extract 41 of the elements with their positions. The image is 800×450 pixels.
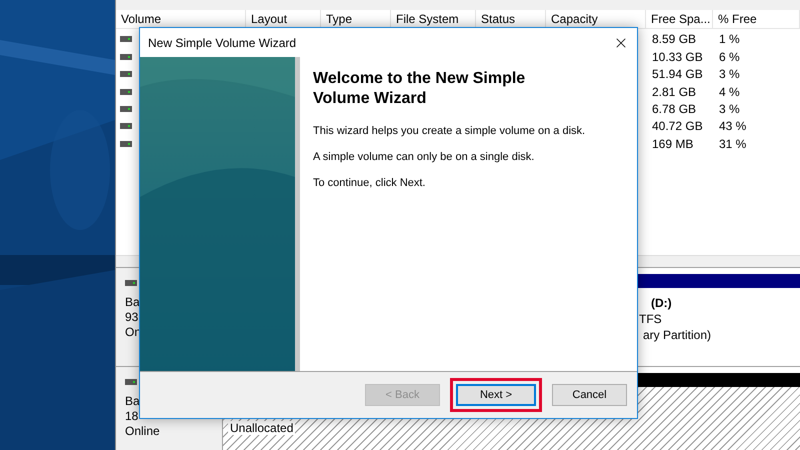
drive-icon — [120, 106, 132, 112]
table-cell-text: 169 MB — [651, 136, 694, 151]
table-cell-text: 1 % — [718, 32, 741, 46]
window-title: New Simple Volume Wizard — [148, 36, 296, 50]
drive-icon — [120, 140, 132, 147]
drive-icon — [125, 378, 137, 385]
table-cell-text: 4 % — [718, 84, 741, 99]
drive-icon — [120, 88, 132, 95]
wizard-text: A simple volume can only be on a single disk. — [313, 151, 536, 164]
partition-name: Unallocated — [228, 420, 296, 435]
wizard-text: This wizard helps you create a simple volume on a disk. — [313, 125, 586, 138]
wizard-heading: Welcome to the New Simple Volume Wizard — [313, 69, 526, 110]
partition-info: ary Partition) — [642, 328, 712, 342]
partition-name: (D:) — [650, 296, 673, 310]
table-cell-text: 51.94 GB — [651, 67, 704, 82]
disk-info: Online — [125, 424, 161, 438]
column-header[interactable]: Free Spa... — [646, 10, 713, 28]
table-cell-text: 8.59 GB — [651, 32, 698, 46]
table-cell-text: 10.33 GB — [651, 50, 704, 64]
table-cell-text: 31 % — [718, 136, 748, 151]
dialog-button[interactable]: Next > — [456, 384, 536, 406]
table-cell-text: 43 % — [718, 119, 748, 134]
partition-info: TFS — [638, 312, 663, 326]
disk-info: Ba — [125, 394, 141, 408]
table-cell-text: 3 % — [718, 67, 741, 82]
disk-info: 93 — [125, 310, 140, 324]
disk-info: Ba — [125, 295, 141, 310]
drive-icon — [120, 123, 132, 130]
column-header[interactable]: % Free — [713, 10, 800, 28]
disk-info: 18 — [125, 408, 140, 423]
table-cell-text: 6 % — [718, 50, 741, 64]
table-cell-text: 40.72 GB — [651, 119, 704, 134]
drive-icon — [120, 71, 132, 78]
drive-icon — [125, 280, 137, 286]
drive-icon — [120, 36, 132, 42]
table-cell-text: 2.81 GB — [651, 84, 698, 99]
table-cell-text: 6.78 GB — [651, 102, 698, 116]
wizard-text: To continue, click Next. — [313, 177, 426, 190]
drive-icon — [120, 54, 132, 60]
table-cell-text: 3 % — [718, 102, 741, 116]
dialog-button[interactable]: Cancel — [552, 384, 627, 406]
